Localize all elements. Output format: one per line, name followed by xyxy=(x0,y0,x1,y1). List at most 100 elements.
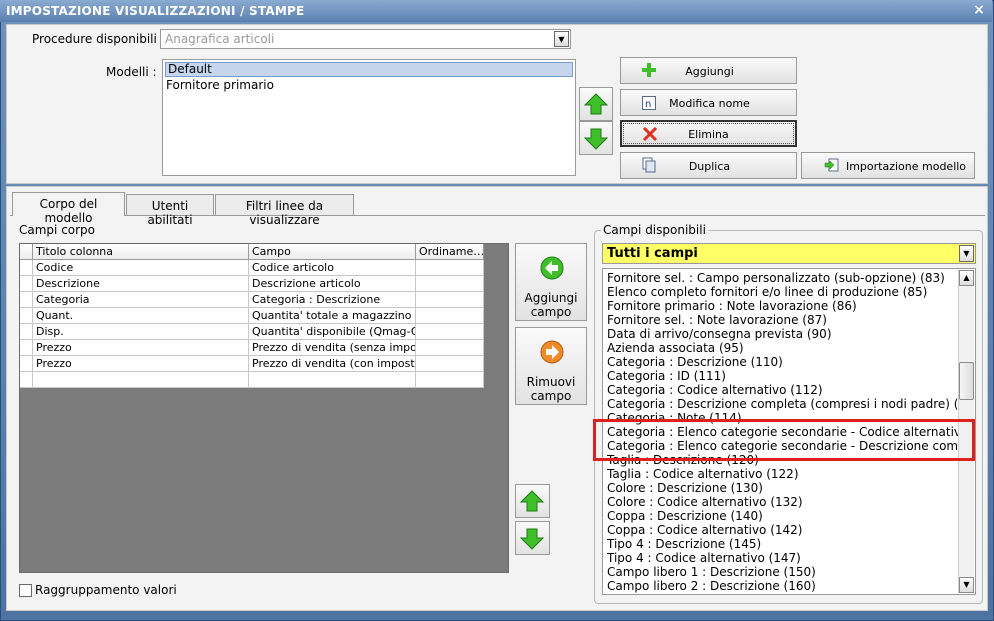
cell-campo[interactable]: Quantita' disponibile (Qmag-Qo… xyxy=(249,324,416,340)
list-item[interactable]: Fornitore sel. : Campo personalizzato (s… xyxy=(607,271,959,285)
list-item[interactable]: Taglia : Codice alternativo (122) xyxy=(607,467,959,481)
scroll-down-icon[interactable]: ▼ xyxy=(959,577,974,593)
list-item[interactable]: Coppa : Descrizione (140) xyxy=(607,509,959,523)
arrow-down-icon xyxy=(519,528,545,550)
cell-titolo[interactable]: Categoria xyxy=(33,292,249,308)
modelli-item-fornitore[interactable]: Fornitore primario xyxy=(166,78,274,92)
cell-campo[interactable]: Prezzo di vendita (senza imposte) xyxy=(249,340,416,356)
delete-model-label: Elimina xyxy=(688,128,729,141)
list-item[interactable]: Azienda associata (95) xyxy=(607,341,959,355)
delete-model-button[interactable]: Elimina xyxy=(620,120,797,147)
table-row[interactable]: Codice Codice articolo xyxy=(20,260,484,276)
cell-campo[interactable] xyxy=(249,372,416,388)
remove-field-label-1: Rimuovi xyxy=(526,375,576,389)
arrow-up-icon xyxy=(519,490,545,512)
header-campo[interactable]: Campo xyxy=(249,244,416,260)
list-item[interactable]: Campo libero 2 : Descrizione (160) xyxy=(607,579,959,593)
list-item[interactable]: Campo libero 1 : Descrizione (150) xyxy=(607,565,959,579)
arrow-down-icon xyxy=(583,128,609,150)
list-item[interactable]: Fornitore primario : Note lavorazione (8… xyxy=(607,299,959,313)
cell-ordinamento[interactable] xyxy=(416,260,484,276)
campi-corpo-grid[interactable]: Titolo colonna Campo Ordiname… Codice Co… xyxy=(19,243,509,573)
cell-titolo[interactable]: Disp. xyxy=(33,324,249,340)
window-title: IMPOSTAZIONE VISUALIZZAZIONI / STAMPE xyxy=(6,4,305,18)
cell-ordinamento[interactable] xyxy=(416,308,484,324)
import-model-button[interactable]: Importazione modello xyxy=(801,152,975,179)
list-item[interactable]: Tipo 4 : Descrizione (145) xyxy=(607,537,959,551)
add-field-button[interactable]: Aggiungi campo xyxy=(515,243,587,321)
cell-ordinamento[interactable] xyxy=(416,372,484,388)
list-item[interactable]: Categoria : Descrizione completa (compre… xyxy=(607,397,959,411)
table-row[interactable]: Prezzo Prezzo di vendita (senza imposte) xyxy=(20,340,484,356)
list-item[interactable]: Categoria : ID (111) xyxy=(607,369,959,383)
move-field-up-button[interactable] xyxy=(515,484,550,518)
list-item[interactable]: Tipo 4 : Codice alternativo (147) xyxy=(607,551,959,565)
procedure-label: Procedure disponibili : xyxy=(32,32,165,46)
cell-ordinamento[interactable] xyxy=(416,356,484,372)
add-model-button[interactable]: Aggiungi xyxy=(620,57,797,84)
table-row[interactable]: Prezzo Prezzo di vendita (con imposte) xyxy=(20,356,484,372)
raggruppamento-label: Raggruppamento valori xyxy=(35,583,177,597)
arrow-up-icon xyxy=(583,93,609,115)
cell-titolo[interactable]: Descrizione xyxy=(33,276,249,292)
cell-ordinamento[interactable] xyxy=(416,324,484,340)
campi-filter-select[interactable]: Tutti i campi ▼ xyxy=(602,243,976,264)
cell-titolo[interactable]: Prezzo xyxy=(33,356,249,372)
remove-field-button[interactable]: Rimuovi campo xyxy=(515,327,587,405)
add-field-label-2: campo xyxy=(530,305,572,319)
tab-filtri-linee[interactable]: Filtri linee da visualizzare xyxy=(215,194,354,227)
duplicate-model-label: Duplica xyxy=(688,160,731,173)
table-row[interactable]: Categoria Categoria : Descrizione xyxy=(20,292,484,308)
highlight-box xyxy=(593,419,975,461)
close-icon[interactable]: × xyxy=(972,3,986,17)
list-item[interactable]: Elenco completo fornitori e/o linee di p… xyxy=(607,285,959,299)
move-model-up-button[interactable] xyxy=(579,87,613,121)
list-item[interactable]: Categoria : Codice alternativo (112) xyxy=(607,383,959,397)
table-row[interactable]: Descrizione Descrizione articolo xyxy=(20,276,484,292)
move-model-down-button[interactable] xyxy=(579,121,613,155)
list-item[interactable]: Data di arrivo/consegna prevista (90) xyxy=(607,327,959,341)
cell-titolo[interactable] xyxy=(33,372,249,388)
tab-utenti-abilitati[interactable]: Utenti abilitati xyxy=(126,194,214,227)
import-model-label: Importazione modello xyxy=(845,160,967,173)
cell-ordinamento[interactable] xyxy=(416,276,484,292)
list-item[interactable]: Colore : Codice alternativo (132) xyxy=(607,495,959,509)
move-field-down-button[interactable] xyxy=(515,521,550,555)
list-item[interactable]: Coppa : Codice alternativo (142) xyxy=(607,523,959,537)
campi-corpo-label: Campi corpo xyxy=(19,223,96,237)
table-row-new[interactable] xyxy=(20,372,484,388)
modelli-list[interactable]: Default Fornitore primario xyxy=(162,59,576,176)
table-row[interactable]: Disp. Quantita' disponibile (Qmag-Qo… xyxy=(20,324,484,340)
raggruppamento-checkbox[interactable] xyxy=(19,584,32,597)
remove-field-label-2: campo xyxy=(530,389,572,403)
list-item[interactable]: Colore : Descrizione (130) xyxy=(607,481,959,495)
cell-ordinamento[interactable] xyxy=(416,292,484,308)
add-model-label: Aggiungi xyxy=(685,65,734,78)
duplicate-model-button[interactable]: Duplica xyxy=(620,152,797,179)
header-titolo-colonna[interactable]: Titolo colonna xyxy=(33,244,249,260)
list-item[interactable]: Fornitore sel. : Note lavorazione (87) xyxy=(607,313,959,327)
cell-campo[interactable]: Codice articolo xyxy=(249,260,416,276)
cell-ordinamento[interactable] xyxy=(416,340,484,356)
campi-disponibili-label: Campi disponibili xyxy=(601,223,708,237)
modelli-item-default[interactable]: Default xyxy=(165,62,573,77)
list-item[interactable]: Categoria : Descrizione (110) xyxy=(607,355,959,369)
procedure-value: Anagrafica articoli xyxy=(165,32,275,46)
cell-campo[interactable]: Categoria : Descrizione xyxy=(249,292,416,308)
cell-campo[interactable]: Quantita' totale a magazzino xyxy=(249,308,416,324)
procedure-select[interactable]: Anagrafica articoli ▼ xyxy=(160,29,571,49)
cell-campo[interactable]: Prezzo di vendita (con imposte) xyxy=(249,356,416,372)
chevron-down-icon[interactable]: ▼ xyxy=(554,31,569,47)
cell-titolo[interactable]: Quant. xyxy=(33,308,249,324)
chevron-down-icon[interactable]: ▼ xyxy=(959,245,974,262)
scroll-up-icon[interactable]: ▲ xyxy=(959,270,974,286)
header-ordinamento[interactable]: Ordiname… xyxy=(416,244,484,260)
tab-corpo-modello[interactable]: Corpo del modello xyxy=(12,192,125,225)
cell-titolo[interactable]: Prezzo xyxy=(33,340,249,356)
table-row[interactable]: Quant. Quantita' totale a magazzino xyxy=(20,308,484,324)
scroll-thumb[interactable] xyxy=(959,362,974,400)
add-field-label-1: Aggiungi xyxy=(524,291,578,305)
cell-titolo[interactable]: Codice xyxy=(33,260,249,276)
rename-model-button[interactable]: n Modifica nome xyxy=(620,89,797,116)
cell-campo[interactable]: Descrizione articolo xyxy=(249,276,416,292)
